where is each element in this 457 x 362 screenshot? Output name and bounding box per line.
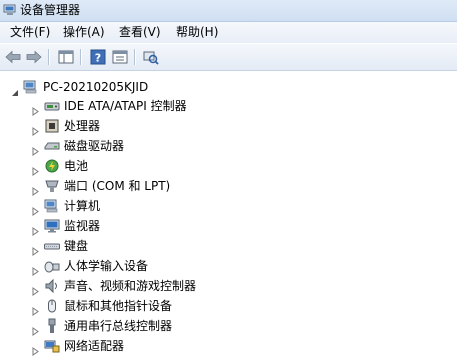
tree-item[interactable]: 通用串行总线控制器 bbox=[31, 316, 172, 336]
device-tree[interactable]: PC-20210205KJID IDE ATA/ATAPI 控制器 处理器 磁盘… bbox=[0, 71, 457, 356]
menu-help[interactable]: 帮助(H) bbox=[174, 24, 220, 41]
ide-controller-icon bbox=[44, 98, 60, 114]
expand-triangle-icon[interactable] bbox=[31, 342, 40, 356]
tree-root-node[interactable]: PC-20210205KJID bbox=[10, 77, 148, 97]
expand-triangle-icon[interactable] bbox=[31, 322, 40, 336]
properties-icon[interactable] bbox=[111, 48, 129, 66]
expand-triangle-icon[interactable] bbox=[31, 282, 40, 296]
tree-item[interactable]: 监视器 bbox=[31, 216, 100, 236]
console-tree-icon[interactable] bbox=[57, 48, 75, 66]
tree-item[interactable]: 磁盘驱动器 bbox=[31, 136, 124, 156]
tree-item-label: 磁盘驱动器 bbox=[64, 139, 125, 153]
tree-item[interactable]: 鼠标和其他指针设备 bbox=[31, 296, 172, 316]
tree-root-label: PC-20210205KJID bbox=[43, 80, 149, 94]
hid-icon bbox=[44, 258, 60, 274]
tree-item[interactable]: 人体学输入设备 bbox=[31, 256, 148, 276]
expand-triangle-icon[interactable] bbox=[31, 162, 40, 176]
tree-item-label: 电池 bbox=[64, 159, 89, 173]
tree-item-label: 键盘 bbox=[64, 239, 89, 253]
menu-file[interactable]: 文件(F) bbox=[8, 24, 52, 41]
tree-item[interactable]: 声音、视频和游戏控制器 bbox=[31, 276, 196, 296]
svg-text:?: ? bbox=[95, 52, 101, 65]
expand-triangle-icon[interactable] bbox=[31, 182, 40, 196]
help-icon[interactable]: ? bbox=[89, 48, 107, 66]
tree-item[interactable]: 处理器 bbox=[31, 116, 100, 136]
device-manager-icon bbox=[3, 3, 17, 17]
window-title: 设备管理器 bbox=[20, 3, 81, 17]
mouse-icon bbox=[44, 298, 60, 314]
title-bar[interactable]: 设备管理器 bbox=[0, 0, 457, 22]
expand-triangle-icon[interactable] bbox=[31, 122, 40, 136]
tree-item-label: 监视器 bbox=[64, 219, 101, 233]
menu-action[interactable]: 操作(A) bbox=[61, 24, 107, 41]
tree-item[interactable]: 电池 bbox=[31, 156, 88, 176]
expand-triangle-icon[interactable] bbox=[31, 222, 40, 236]
tree-item[interactable]: IDE ATA/ATAPI 控制器 bbox=[31, 96, 187, 116]
scan-hardware-icon[interactable] bbox=[142, 48, 160, 66]
tree-item[interactable]: 计算机 bbox=[31, 196, 100, 216]
usb-icon bbox=[44, 318, 60, 334]
tree-item-label: 鼠标和其他指针设备 bbox=[64, 299, 173, 313]
sound-icon bbox=[44, 278, 60, 294]
tree-item-label: 声音、视频和游戏控制器 bbox=[64, 279, 197, 293]
keyboard-icon bbox=[44, 238, 60, 254]
monitor-icon bbox=[44, 218, 60, 234]
computer-icon bbox=[23, 79, 39, 95]
expand-triangle-icon[interactable] bbox=[31, 202, 40, 216]
back-arrow-icon[interactable] bbox=[4, 48, 22, 66]
expand-triangle-icon[interactable] bbox=[31, 242, 40, 256]
collapse-triangle-icon[interactable] bbox=[10, 83, 19, 96]
menu-view[interactable]: 查看(V) bbox=[117, 24, 163, 41]
tree-item-label: 计算机 bbox=[64, 199, 101, 213]
disk-drive-icon bbox=[44, 138, 60, 154]
tree-item-label: 人体学输入设备 bbox=[64, 259, 149, 273]
computer-icon bbox=[44, 198, 60, 214]
processor-icon bbox=[44, 118, 60, 134]
tree-item[interactable]: 端口 (COM 和 LPT) bbox=[31, 176, 170, 196]
expand-triangle-icon[interactable] bbox=[31, 302, 40, 316]
toolbar: ? bbox=[0, 44, 457, 71]
port-icon bbox=[44, 178, 60, 194]
tree-item-label: 通用串行总线控制器 bbox=[64, 319, 173, 333]
expand-triangle-icon[interactable] bbox=[31, 102, 40, 116]
menu-bar: 文件(F) 操作(A) 查看(V) 帮助(H) bbox=[0, 22, 457, 43]
tree-item-label: 网络适配器 bbox=[64, 339, 125, 353]
tree-item-label: IDE ATA/ATAPI 控制器 bbox=[64, 99, 187, 113]
tree-item[interactable]: 键盘 bbox=[31, 236, 88, 256]
forward-arrow-icon[interactable] bbox=[25, 48, 43, 66]
tree-item[interactable]: 网络适配器 bbox=[31, 336, 124, 356]
tree-item-label: 端口 (COM 和 LPT) bbox=[64, 179, 171, 193]
expand-triangle-icon[interactable] bbox=[31, 142, 40, 156]
network-adapter-icon bbox=[44, 338, 60, 354]
expand-triangle-icon[interactable] bbox=[31, 262, 40, 276]
battery-icon bbox=[44, 158, 60, 174]
tree-item-label: 处理器 bbox=[64, 119, 101, 133]
